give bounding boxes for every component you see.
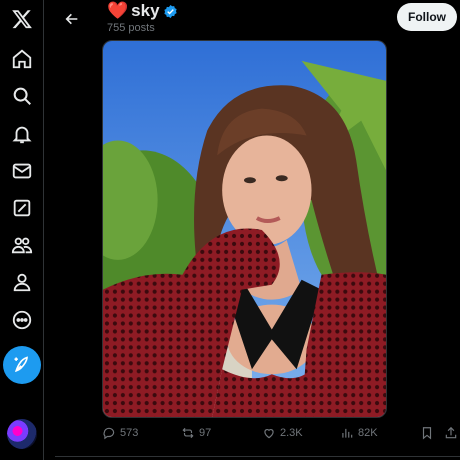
grok-icon[interactable]: [6, 192, 38, 224]
repost-count: 97: [199, 427, 212, 439]
reply-action[interactable]: 573: [102, 426, 138, 440]
heart-icon: [264, 429, 274, 439]
follow-button[interactable]: Follow: [397, 3, 457, 31]
search-icon[interactable]: [6, 80, 38, 112]
share-icon: [445, 426, 457, 439]
post-count: 755 posts: [107, 22, 155, 34]
communities-icon[interactable]: [6, 229, 38, 261]
heart-emoji: ❤️: [107, 1, 129, 21]
compose-button[interactable]: [3, 346, 41, 384]
bookmark-action[interactable]: [420, 426, 434, 440]
post-actions: 573 97 2.3K 82K: [102, 426, 458, 446]
profile-icon[interactable]: [6, 266, 38, 298]
profile-header: ❤️ sky 755 posts Follow: [45, 0, 460, 38]
side-nav: [0, 0, 44, 460]
arrow-left-icon: [65, 13, 78, 25]
share-action[interactable]: [444, 426, 458, 440]
back-button[interactable]: [59, 6, 85, 32]
display-name: sky: [131, 1, 160, 20]
divider: [55, 456, 460, 457]
home-icon[interactable]: [6, 43, 38, 75]
views-icon: [342, 428, 353, 438]
verified-badge-icon: [163, 4, 177, 18]
repost-action[interactable]: 97: [181, 426, 211, 440]
views-action[interactable]: 82K: [340, 426, 378, 440]
like-action[interactable]: 2.3K: [262, 426, 303, 440]
repost-icon: [182, 427, 194, 439]
profile-name-row: ❤️ sky: [107, 1, 178, 21]
messages-icon[interactable]: [6, 155, 38, 187]
more-icon[interactable]: [6, 304, 38, 336]
reply-count: 573: [120, 427, 139, 439]
media-side-gap: [387, 40, 456, 418]
photo-illustration: [103, 41, 386, 417]
x-logo-icon[interactable]: [6, 3, 38, 35]
post-photo[interactable]: [102, 40, 387, 418]
bookmark-icon: [422, 427, 432, 440]
notifications-icon[interactable]: [6, 118, 38, 150]
reply-icon: [103, 427, 115, 440]
like-count: 2.3K: [280, 427, 303, 439]
account-avatar[interactable]: [7, 419, 37, 449]
compose-feather-icon: [14, 356, 28, 373]
views-count: 82K: [358, 427, 378, 439]
